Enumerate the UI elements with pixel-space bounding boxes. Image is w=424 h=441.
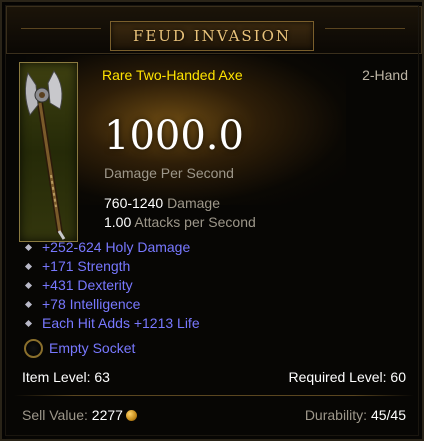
title-bar: FEUD INVASION	[110, 21, 314, 51]
tooltip-footer: Sell Value: 2277 Durability: 45/45	[22, 407, 406, 423]
level-row: Item Level: 63 Required Level: 60	[22, 369, 406, 385]
item-tooltip: FEUD INVASION Rare Two-Handed Axe 2-Hand…	[0, 0, 424, 441]
affix-item: +431 Dexterity	[22, 276, 200, 295]
tooltip-header: FEUD INVASION	[6, 6, 422, 54]
item-slot: 2-Hand	[362, 67, 408, 83]
attack-speed-stat: 1.00 Attacks per Second	[104, 214, 256, 230]
item-title: FEUD INVASION	[132, 27, 292, 45]
required-level: Required Level: 60	[288, 369, 406, 385]
item-name: Rare Two-Handed Axe	[102, 67, 243, 83]
attack-speed-label: Attacks per Second	[134, 214, 256, 230]
attack-speed-value: 1.00	[104, 214, 132, 230]
damage-range: 760-1240	[104, 195, 164, 211]
affix-bullet-icon	[24, 262, 33, 271]
affix-item: +252-624 Holy Damage	[22, 238, 200, 257]
affix-item: +78 Intelligence	[22, 295, 200, 314]
dps-value: 1000.0	[104, 113, 244, 159]
dps-label: Damage Per Second	[104, 165, 234, 181]
affix-bullet-icon	[24, 243, 33, 252]
affix-bullet-icon	[24, 300, 33, 309]
damage-label: Damage	[167, 195, 220, 211]
durability: Durability: 45/45	[304, 407, 406, 423]
two-handed-axe-icon	[24, 70, 66, 240]
item-icon-frame	[19, 62, 78, 242]
affix-item: +171 Strength	[22, 257, 200, 276]
affix-bullet-icon	[24, 319, 33, 328]
damage-stat: 760-1240 Damage	[104, 195, 220, 211]
header-right-ornament	[325, 28, 405, 29]
tooltip-body: Rare Two-Handed Axe 2-Hand 1000.0 Damage…	[6, 55, 422, 439]
socket-label: Empty Socket	[49, 340, 136, 356]
affix-bullet-icon	[24, 281, 33, 290]
item-level: Item Level: 63	[22, 369, 110, 385]
affix-list: +252-624 Holy Damage +171 Strength +431 …	[22, 238, 200, 333]
header-left-ornament	[21, 28, 101, 29]
footer-divider	[14, 395, 414, 396]
sell-value: Sell Value: 2277	[22, 407, 137, 423]
gold-coin-icon	[125, 410, 137, 421]
affix-item: Each Hit Adds +1213 Life	[22, 314, 200, 333]
socket-ring-icon	[24, 339, 43, 358]
